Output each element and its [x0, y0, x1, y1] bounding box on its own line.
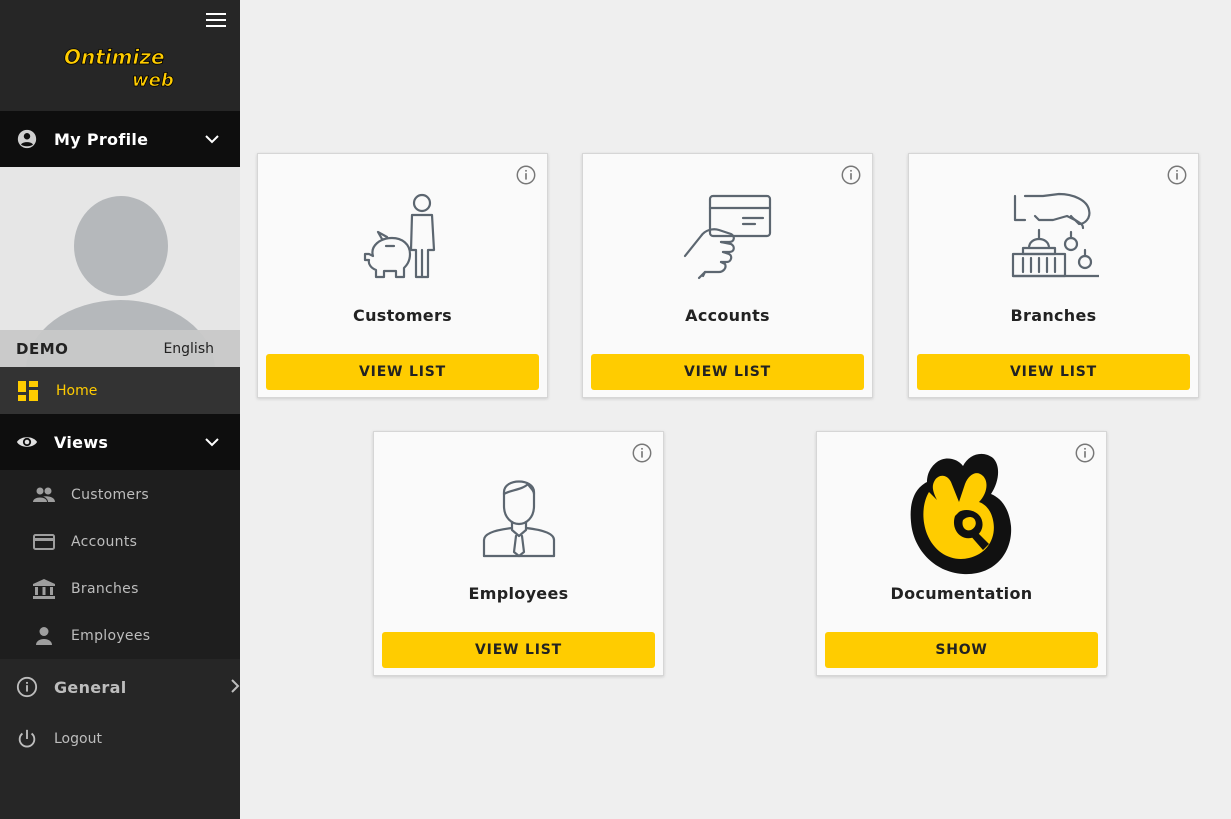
view-list-button[interactable]: VIEW LIST	[591, 354, 864, 390]
language-selector[interactable]: English	[163, 341, 214, 357]
card-documentation: Documentation SHOW	[816, 431, 1107, 676]
employee-icon	[482, 480, 555, 558]
employees-label: Employees	[71, 627, 151, 644]
customers-label: Customers	[71, 486, 149, 503]
views-submenu: Customers Accounts Branches Employees	[0, 470, 240, 659]
chevron-down-icon	[198, 437, 226, 447]
view-list-button[interactable]: VIEW LIST	[266, 354, 539, 390]
sidebar-item-home[interactable]: Home	[0, 367, 240, 414]
branches-label: Branches	[71, 580, 139, 597]
user-name: DEMO	[16, 339, 69, 358]
account-circle-icon	[17, 129, 37, 149]
logout-label: Logout	[54, 730, 102, 747]
general-label: General	[54, 677, 127, 697]
info-icon[interactable]	[631, 442, 653, 464]
card-title: Branches	[1010, 306, 1097, 325]
home-label: Home	[56, 382, 98, 399]
card-customers: Customers VIEW LIST	[257, 153, 548, 398]
card-branches: Branches VIEW LIST	[908, 153, 1199, 398]
svg-text:web: web	[132, 70, 174, 91]
bank-icon	[33, 578, 55, 599]
person-icon	[36, 626, 52, 645]
sidebar-top: Ontimize web	[0, 0, 240, 111]
chevron-down-icon	[198, 134, 226, 144]
profile-bar: DEMO English	[0, 330, 240, 367]
piggy-bank-person-icon	[363, 193, 435, 279]
views-header[interactable]: Views	[0, 414, 240, 470]
card-title: Accounts	[685, 306, 770, 325]
accounts-label: Accounts	[71, 533, 138, 550]
info-icon[interactable]	[1074, 442, 1096, 464]
sidebar-item-employees[interactable]: Employees	[0, 612, 240, 659]
bank-hand-coins-icon	[1011, 192, 1099, 278]
chevron-right-icon	[230, 678, 240, 697]
ontimize-web-logo: Ontimize web	[64, 45, 175, 92]
view-list-button[interactable]: VIEW LIST	[917, 354, 1190, 390]
credit-card-icon	[33, 533, 55, 550]
sidebar-item-logout[interactable]: Logout	[0, 715, 240, 762]
profile-area: DEMO English	[0, 167, 240, 367]
eye-icon	[16, 437, 38, 447]
info-icon	[16, 676, 38, 698]
avatar-head	[74, 196, 168, 296]
dashboard-icon	[18, 380, 38, 401]
my-profile-label: My Profile	[54, 129, 149, 149]
card-title: Employees	[468, 584, 569, 603]
sidebar-item-accounts[interactable]: Accounts	[0, 518, 240, 565]
card-accounts: Accounts VIEW LIST	[582, 153, 873, 398]
svg-text:Ontimize: Ontimize	[64, 45, 165, 69]
ontimize-hand-icon	[910, 453, 1011, 575]
sidebar-item-customers[interactable]: Customers	[0, 471, 240, 518]
show-button[interactable]: SHOW	[825, 632, 1098, 668]
hand-card-icon	[683, 194, 771, 280]
general-header[interactable]: General	[0, 659, 240, 715]
power-icon	[18, 729, 36, 747]
people-icon	[33, 487, 55, 502]
view-list-button[interactable]: VIEW LIST	[382, 632, 655, 668]
my-profile-header[interactable]: My Profile	[0, 111, 240, 167]
sidebar: Ontimize web My Profile DEMO English Hom…	[0, 0, 240, 819]
views-label: Views	[54, 432, 109, 452]
info-icon[interactable]	[840, 164, 862, 186]
card-title: Documentation	[890, 584, 1033, 603]
info-icon[interactable]	[515, 164, 537, 186]
info-icon[interactable]	[1166, 164, 1188, 186]
menu-toggle-icon[interactable]	[206, 13, 226, 29]
card-title: Customers	[353, 306, 452, 325]
sidebar-item-branches[interactable]: Branches	[0, 565, 240, 612]
card-employees: Employees VIEW LIST	[373, 431, 664, 676]
